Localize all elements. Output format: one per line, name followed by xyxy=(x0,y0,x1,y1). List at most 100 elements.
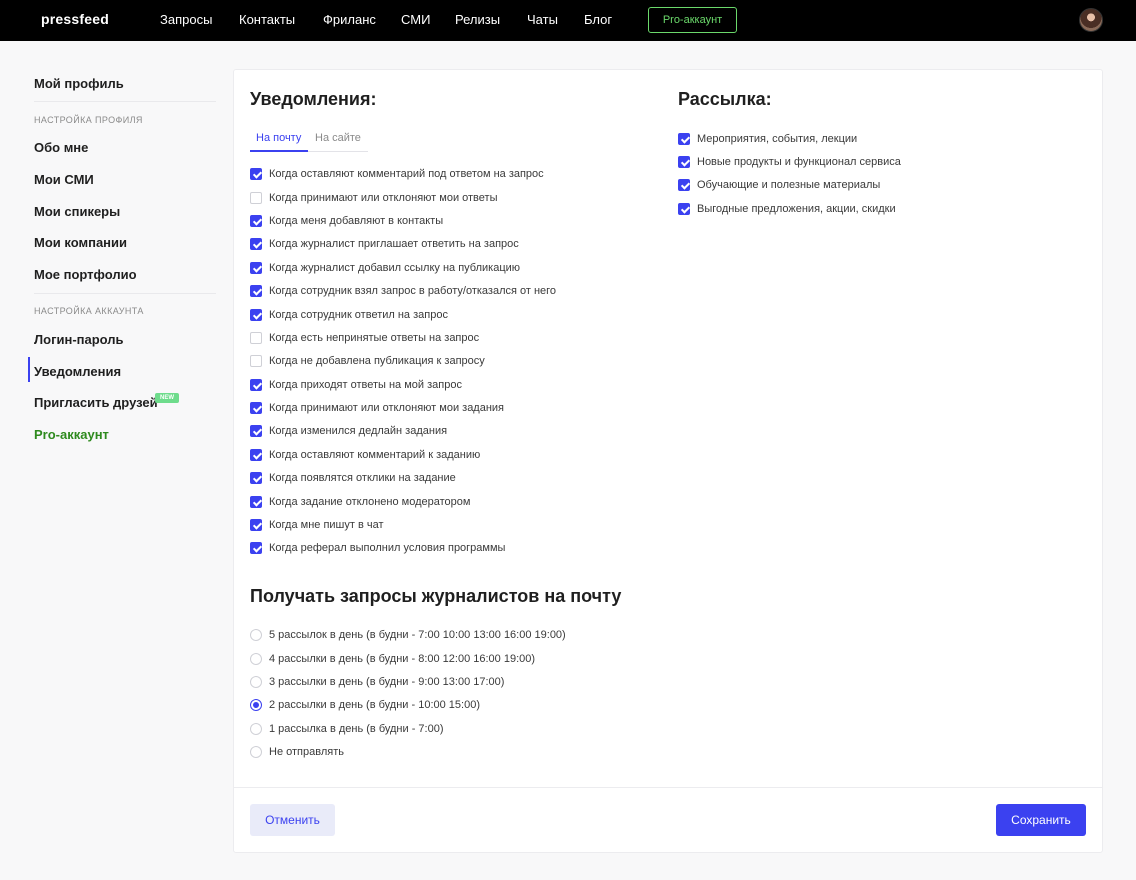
sidebar-item-login-password[interactable]: Логин-пароль xyxy=(34,332,124,347)
radio-button[interactable] xyxy=(250,699,262,711)
checkbox[interactable] xyxy=(250,168,262,180)
top-navbar: pressfeed Запросы Контакты Фриланс СМИ Р… xyxy=(0,0,1136,41)
notification-option[interactable]: Когда мне пишут в чат xyxy=(250,517,384,533)
sidebar-item-notifications[interactable]: Уведомления xyxy=(34,364,121,379)
mailing-title: Рассылка: xyxy=(678,89,772,109)
nav-contacts[interactable]: Контакты xyxy=(239,12,295,27)
sidebar-section-profile: НАСТРОЙКА ПРОФИЛЯ xyxy=(34,115,143,125)
mailing-option[interactable]: Новые продукты и функционал сервиса xyxy=(678,154,901,170)
cancel-button[interactable]: Отменить xyxy=(250,804,335,836)
radio-button[interactable] xyxy=(250,723,262,735)
sidebar-section-account: НАСТРОЙКА АККАУНТА xyxy=(34,306,144,316)
notification-option[interactable]: Когда принимают или отклоняют мои ответы xyxy=(250,190,497,206)
checkbox[interactable] xyxy=(250,425,262,437)
notification-option[interactable]: Когда принимают или отклоняют мои задани… xyxy=(250,400,504,416)
option-label: Когда не добавлена публикация к запросу xyxy=(269,355,485,367)
nav-chats[interactable]: Чаты xyxy=(527,12,558,27)
sidebar-item-my-portfolio[interactable]: Мое портфолио xyxy=(34,267,137,282)
option-label: Когда мне пишут в чат xyxy=(269,519,384,531)
notification-option[interactable]: Когда оставляют комментарий под ответом … xyxy=(250,166,544,182)
frequency-option[interactable]: 4 рассылки в день (в будни - 8:00 12:00 … xyxy=(250,651,535,667)
mailing-option[interactable]: Мероприятия, события, лекции xyxy=(678,131,857,147)
checkbox[interactable] xyxy=(678,179,690,191)
sidebar-item-my-speakers[interactable]: Мои спикеры xyxy=(34,204,120,219)
checkbox[interactable] xyxy=(250,215,262,227)
checkbox[interactable] xyxy=(250,379,262,391)
notification-option[interactable]: Когда появлятся отклики на задание xyxy=(250,470,456,486)
mailing-option[interactable]: Обучающие и полезные материалы xyxy=(678,177,880,193)
notification-option[interactable]: Когда сотрудник взял запрос в работу/отк… xyxy=(250,283,556,299)
option-label: Когда оставляют комментарий к заданию xyxy=(269,449,481,461)
frequency-option[interactable]: 2 рассылки в день (в будни - 10:00 15:00… xyxy=(250,697,480,713)
save-button[interactable]: Сохранить xyxy=(996,804,1086,836)
tab-site[interactable]: На сайте xyxy=(315,132,361,144)
option-label: 3 рассылки в день (в будни - 9:00 13:00 … xyxy=(269,676,505,688)
radio-button[interactable] xyxy=(250,746,262,758)
notification-option[interactable]: Когда меня добавляют в контакты xyxy=(250,213,443,229)
user-avatar[interactable] xyxy=(1079,8,1103,32)
sidebar-divider xyxy=(34,293,216,294)
notification-option[interactable]: Когда реферал выполнил условия программы xyxy=(250,540,505,556)
checkbox[interactable] xyxy=(250,355,262,367)
nav-blog[interactable]: Блог xyxy=(584,12,612,27)
checkbox[interactable] xyxy=(250,472,262,484)
checkbox[interactable] xyxy=(250,542,262,554)
checkbox[interactable] xyxy=(250,309,262,321)
option-label: Когда журналист добавил ссылку на публик… xyxy=(269,262,521,274)
notification-option[interactable]: Когда изменился дедлайн задания xyxy=(250,423,447,439)
checkbox[interactable] xyxy=(250,262,262,274)
sidebar-item-invite-friends[interactable]: Пригласить друзей xyxy=(34,395,158,410)
nav-media[interactable]: СМИ xyxy=(401,12,430,27)
notification-option[interactable]: Когда сотрудник ответил на запрос xyxy=(250,307,448,323)
checkbox[interactable] xyxy=(250,519,262,531)
checkbox[interactable] xyxy=(678,156,690,168)
notification-option[interactable]: Когда журналист добавил ссылку на публик… xyxy=(250,260,520,276)
sidebar-item-my-companies[interactable]: Мои компании xyxy=(34,235,127,250)
nav-releases[interactable]: Релизы xyxy=(455,12,500,27)
pro-account-button[interactable]: Pro-аккаунт xyxy=(648,7,737,33)
option-label: 4 рассылки в день (в будни - 8:00 12:00 … xyxy=(269,653,536,665)
checkbox[interactable] xyxy=(678,203,690,215)
checkbox[interactable] xyxy=(250,332,262,344)
tab-active-underline xyxy=(250,150,308,152)
frequency-option[interactable]: 3 рассылки в день (в будни - 9:00 13:00 … xyxy=(250,674,504,690)
frequency-option[interactable]: Не отправлять xyxy=(250,744,344,760)
requests-title: Получать запросы журналистов на почту xyxy=(250,586,622,606)
checkbox[interactable] xyxy=(250,402,262,414)
notification-option[interactable]: Когда журналист приглашает ответить на з… xyxy=(250,236,519,252)
notification-option[interactable]: Когда не добавлена публикация к запросу xyxy=(250,353,485,369)
frequency-option[interactable]: 5 рассылок в день (в будни - 7:00 10:00 … xyxy=(250,627,566,643)
notification-option[interactable]: Когда приходят ответы на мой запрос xyxy=(250,377,462,393)
frequency-option[interactable]: 1 рассылка в день (в будни - 7:00) xyxy=(250,721,444,737)
mailing-option[interactable]: Выгодные предложения, акции, скидки xyxy=(678,201,896,217)
radio-button[interactable] xyxy=(250,676,262,688)
option-label: Когда есть непринятые ответы на запрос xyxy=(269,332,480,344)
sidebar-item-my-media[interactable]: Мои СМИ xyxy=(34,172,94,187)
checkbox[interactable] xyxy=(250,449,262,461)
checkbox[interactable] xyxy=(250,192,262,204)
tab-email[interactable]: На почту xyxy=(256,132,301,144)
checkbox[interactable] xyxy=(250,238,262,250)
option-label: Когда меня добавляют в контакты xyxy=(269,215,444,227)
radio-button[interactable] xyxy=(250,629,262,641)
option-label: Мероприятия, события, лекции xyxy=(697,133,858,145)
notification-option[interactable]: Когда есть непринятые ответы на запрос xyxy=(250,330,479,346)
option-label: Выгодные предложения, акции, скидки xyxy=(697,203,896,215)
sidebar-item-pro-account[interactable]: Pro-аккаунт xyxy=(34,427,109,442)
radio-button[interactable] xyxy=(250,653,262,665)
checkbox[interactable] xyxy=(678,133,690,145)
notification-option[interactable]: Когда задание отклонено модератором xyxy=(250,494,470,510)
checkbox[interactable] xyxy=(250,285,262,297)
option-label: Когда появлятся отклики на задание xyxy=(269,472,456,484)
sidebar-item-my-profile[interactable]: Мой профиль xyxy=(34,76,124,91)
option-label: Когда журналист приглашает ответить на з… xyxy=(269,238,519,250)
sidebar-item-about[interactable]: Обо мне xyxy=(34,140,88,155)
nav-requests[interactable]: Запросы xyxy=(160,12,212,27)
checkbox[interactable] xyxy=(250,496,262,508)
notification-option[interactable]: Когда оставляют комментарий к заданию xyxy=(250,447,480,463)
option-label: Когда принимают или отклоняют мои ответы xyxy=(269,192,498,204)
pressfeed-logo[interactable]: pressfeed xyxy=(41,11,109,27)
option-label: Когда оставляют комментарий под ответом … xyxy=(269,168,544,180)
notifications-title: Уведомления: xyxy=(250,89,377,109)
nav-freelance[interactable]: Фриланс xyxy=(323,12,376,27)
